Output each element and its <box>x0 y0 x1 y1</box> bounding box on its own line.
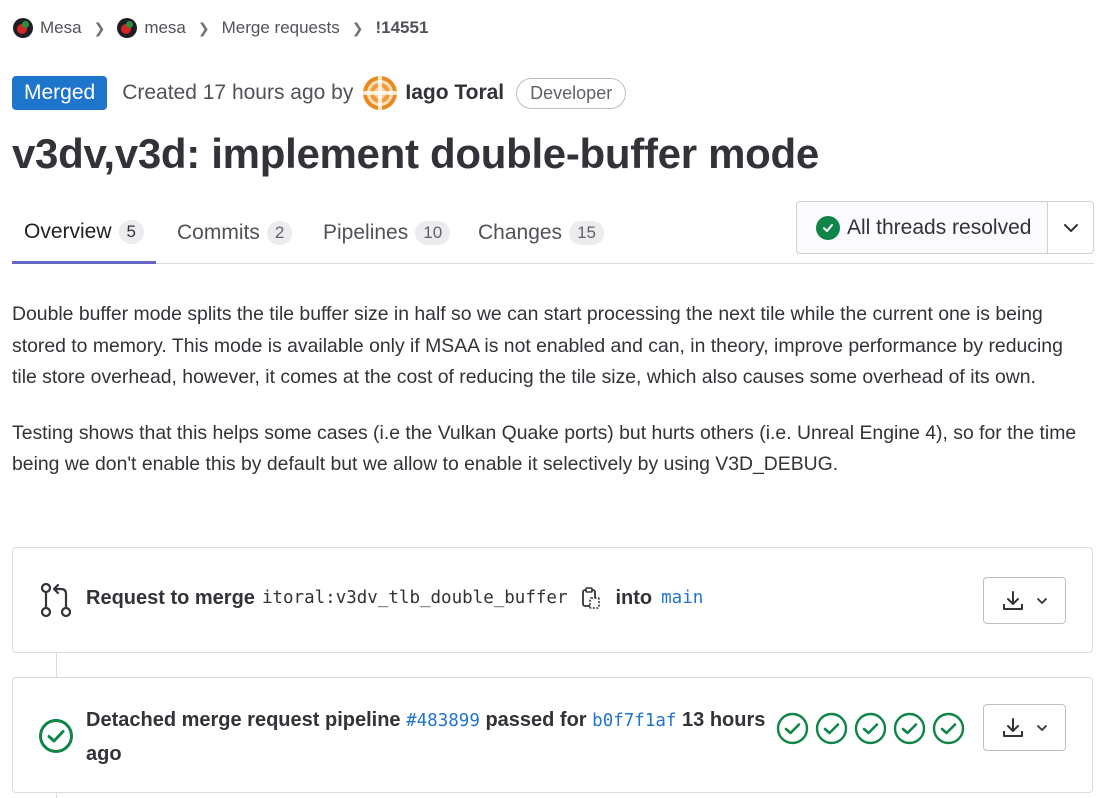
timeline-connector <box>56 793 57 798</box>
tab-label: Overview <box>24 219 112 243</box>
breadcrumb-link-project[interactable]: mesa <box>144 18 186 38</box>
stage-passed-icon[interactable] <box>893 712 926 745</box>
merge-request-icon <box>40 582 72 618</box>
timeline-connector <box>56 653 57 677</box>
pipeline-passed-icon[interactable] <box>38 718 74 754</box>
tab-commits[interactable]: Commits 2 <box>165 202 304 264</box>
chevron-down-icon <box>1036 724 1047 731</box>
chevron-right-icon: ❯ <box>93 19 106 36</box>
breadcrumb-current-mr[interactable]: !14551 <box>375 18 428 38</box>
description-paragraph: Double buffer mode splits the tile buffe… <box>12 303 1063 388</box>
pipeline-label: Detached merge request pipeline <box>86 709 401 731</box>
breadcrumb-project[interactable]: mesa <box>117 18 186 38</box>
chevron-right-icon: ❯ <box>351 19 364 36</box>
tab-count: 2 <box>266 221 293 245</box>
chevron-down-icon <box>1063 223 1078 232</box>
tab-label: Changes <box>478 221 563 244</box>
created-text: Created 17 hours ago by <box>122 81 354 104</box>
tab-count: 15 <box>569 221 604 245</box>
mesa-group-avatar-icon <box>13 18 33 38</box>
stage-passed-icon[interactable] <box>932 712 965 745</box>
stage-passed-icon[interactable] <box>776 712 809 745</box>
merge-into-label: into <box>615 586 653 609</box>
tab-changes[interactable]: Changes 15 <box>466 202 616 264</box>
download-dropdown-button[interactable] <box>983 577 1066 624</box>
pipeline-status-text: Detached merge request pipeline #483899 … <box>86 704 786 771</box>
merge-branch-info: Request to merge itoral:v3dv_tlb_double_… <box>86 586 703 610</box>
tab-pipelines[interactable]: Pipelines 10 <box>311 202 462 264</box>
threads-dropdown-toggle[interactable] <box>1047 202 1093 253</box>
breadcrumb: Mesa ❯ mesa ❯ Merge requests ❯ !14551 <box>13 18 428 38</box>
threads-resolved-group: All threads resolved <box>796 201 1094 254</box>
page-title: v3dv,v3d: implement double-buffer mode <box>12 130 819 177</box>
breadcrumb-group[interactable]: Mesa <box>13 18 82 38</box>
pipeline-stages <box>776 712 971 745</box>
threads-resolved-button[interactable]: All threads resolved <box>797 202 1047 253</box>
description-paragraph: Testing shows that this helps some cases… <box>12 421 1077 476</box>
mesa-project-avatar-icon <box>117 18 138 38</box>
stage-passed-icon[interactable] <box>815 712 848 745</box>
commit-sha-link[interactable]: b0f7f1af <box>592 711 676 731</box>
copy-branch-button[interactable] <box>581 586 601 610</box>
tab-overview[interactable]: Overview 5 <box>12 202 156 264</box>
chevron-right-icon: ❯ <box>197 19 210 36</box>
copy-to-clipboard-icon <box>582 587 601 609</box>
source-branch-link[interactable]: itoral:v3dv_tlb_double_buffer <box>262 588 568 608</box>
pipeline-card: Detached merge request pipeline #483899 … <box>12 677 1093 793</box>
check-circle-icon <box>816 215 840 240</box>
download-icon <box>1002 590 1023 610</box>
breadcrumb-link-group[interactable]: Mesa <box>40 18 82 38</box>
breadcrumb-link-merge-requests[interactable]: Merge requests <box>222 18 340 38</box>
created-info: Created 17 hours ago by Iago Toral <box>122 76 504 110</box>
pipeline-passed-label: passed for <box>485 709 587 731</box>
merge-prefix: Request to merge <box>86 586 255 609</box>
mr-status-row: Merged Created 17 hours ago by Iago Tora… <box>12 76 627 110</box>
tab-label: Pipelines <box>323 221 409 244</box>
tab-label: Commits <box>177 221 260 244</box>
pipeline-artifacts-dropdown-button[interactable] <box>983 704 1066 751</box>
status-badge: Merged <box>12 76 108 110</box>
author-avatar[interactable] <box>363 76 398 110</box>
tab-count: 10 <box>415 221 451 245</box>
chevron-down-icon <box>1036 597 1047 604</box>
source-branch: :v3dv_tlb_double_buffer <box>325 588 568 608</box>
role-badge: Developer <box>516 77 627 109</box>
stage-passed-icon[interactable] <box>854 712 887 745</box>
mr-description: Double buffer mode splits the tile buffe… <box>12 299 1092 505</box>
tab-count: 5 <box>118 219 144 244</box>
threads-resolved-label: All threads resolved <box>847 215 1032 239</box>
pipeline-id-link[interactable]: #483899 <box>406 711 480 731</box>
merge-info-card: Request to merge itoral:v3dv_tlb_double_… <box>12 547 1093 653</box>
target-branch-link[interactable]: main <box>661 588 703 608</box>
author-name-link[interactable]: Iago Toral <box>405 81 504 105</box>
download-icon <box>1002 717 1023 737</box>
source-owner: itoral <box>261 588 326 608</box>
